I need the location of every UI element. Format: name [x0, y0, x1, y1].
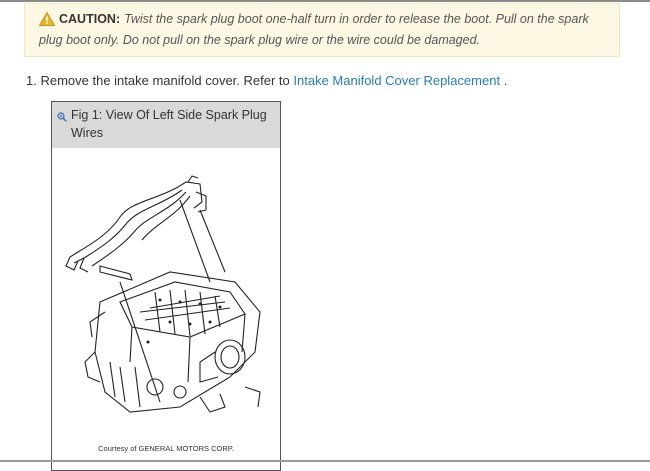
step-suffix: .: [503, 73, 508, 88]
bottom-divider: [0, 460, 650, 462]
intake-manifold-cover-link[interactable]: Intake Manifold Cover Replacement: [293, 73, 500, 88]
step-text: Remove the intake manifold cover. Refer …: [40, 73, 290, 88]
step-number: 1.: [26, 73, 37, 88]
step-1: 1. Remove the intake manifold cover. Ref…: [26, 72, 507, 90]
figure-header[interactable]: Fig 1: View Of Left Side Spark Plug Wire…: [52, 102, 280, 148]
figure-credit: Courtesy of GENERAL MOTORS CORP.: [98, 444, 234, 453]
magnify-icon[interactable]: [57, 109, 67, 122]
caution-label: CAUTION:: [59, 12, 121, 26]
figure-panel: Fig 1: View Of Left Side Spark Plug Wire…: [51, 101, 281, 471]
caution-box: CAUTION: Twist the spark plug boot one-ha…: [24, 3, 620, 57]
figure-title: Fig 1: View Of Left Side Spark Plug Wire…: [71, 108, 267, 140]
engine-diagram[interactable]: [60, 162, 274, 462]
top-divider: [0, 0, 650, 2]
warning-triangle-icon: [38, 11, 56, 31]
caution-message: Twist the spark plug boot one-half turn …: [39, 12, 589, 47]
